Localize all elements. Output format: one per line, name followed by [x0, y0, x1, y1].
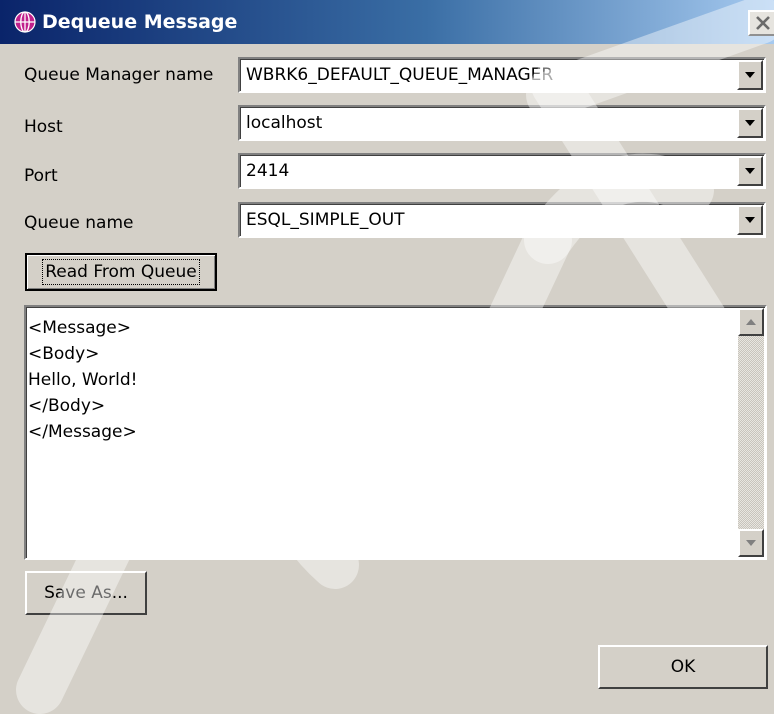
message-text: <Message> <Body> Hello, World! </Body> <… — [28, 315, 137, 445]
ok-button[interactable]: OK — [598, 645, 768, 689]
chevron-down-icon — [745, 72, 755, 78]
message-textarea[interactable]: <Message> <Body> Hello, World! </Body> <… — [24, 305, 767, 560]
read-from-queue-button[interactable]: Read From Queue — [25, 253, 217, 291]
scroll-up-button[interactable] — [738, 308, 764, 336]
host-label: Host — [24, 117, 63, 137]
host-combo[interactable]: localhost — [238, 105, 766, 141]
save-as-button[interactable]: Save As... — [25, 571, 147, 615]
read-from-queue-label: Read From Queue — [42, 259, 200, 285]
queue-manager-dropdown-button[interactable] — [737, 60, 763, 90]
queue-name-combo[interactable]: ESQL_SIMPLE_OUT — [238, 202, 766, 238]
queue-name-value: ESQL_SIMPLE_OUT — [246, 210, 405, 230]
port-value: 2414 — [246, 161, 290, 181]
chevron-down-icon — [745, 120, 755, 126]
message-line: Hello, World! — [28, 370, 138, 390]
chevron-down-icon — [745, 217, 755, 223]
queue-manager-value: WBRK6_DEFAULT_QUEUE_MANAGER — [246, 65, 554, 85]
queue-name-dropdown-button[interactable] — [737, 205, 763, 235]
close-icon — [756, 16, 770, 30]
message-line: <Message> — [28, 318, 131, 338]
scroll-down-button[interactable] — [738, 529, 764, 557]
title-bar[interactable]: Dequeue Message — [0, 0, 774, 44]
dequeue-message-dialog: Dequeue Message Queue Manager name WBRK6… — [0, 0, 774, 714]
port-dropdown-button[interactable] — [737, 156, 763, 186]
host-dropdown-button[interactable] — [737, 108, 763, 138]
port-label: Port — [24, 166, 58, 186]
websphere-globe-icon — [14, 11, 36, 33]
arrow-down-icon — [746, 540, 756, 546]
close-button[interactable] — [748, 10, 774, 36]
queue-name-label: Queue name — [24, 213, 134, 233]
port-combo[interactable]: 2414 — [238, 153, 766, 189]
arrow-up-icon — [746, 319, 756, 325]
queue-manager-label: Queue Manager name — [24, 65, 214, 85]
host-value: localhost — [246, 113, 323, 133]
window-title: Dequeue Message — [42, 11, 238, 33]
message-line: </Message> — [28, 422, 137, 442]
message-line: <Body> — [28, 344, 100, 364]
message-line: </Body> — [28, 396, 106, 416]
vertical-scrollbar[interactable] — [738, 308, 764, 557]
queue-manager-combo[interactable]: WBRK6_DEFAULT_QUEUE_MANAGER — [238, 57, 766, 93]
chevron-down-icon — [745, 168, 755, 174]
